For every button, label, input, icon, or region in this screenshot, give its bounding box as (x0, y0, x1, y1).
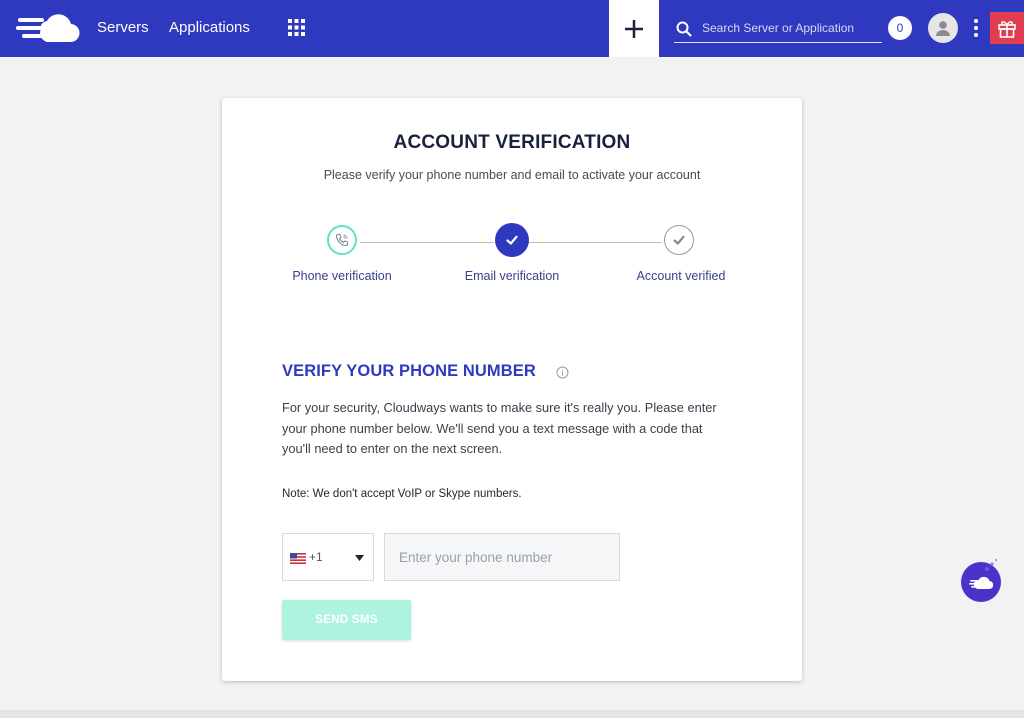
step-account-verified (664, 225, 694, 255)
bottom-strip (0, 710, 1024, 718)
step-phone-verification (327, 225, 357, 255)
cloudways-logo-icon[interactable] (16, 12, 80, 44)
note-text: Note: We don't accept VoIP or Skype numb… (282, 488, 522, 500)
notification-count-badge[interactable]: 0 (888, 16, 912, 40)
send-sms-button[interactable]: SEND SMS (282, 600, 411, 640)
step-connector (528, 242, 662, 243)
check-icon (506, 235, 518, 245)
search-icon (676, 21, 692, 37)
search-box (674, 12, 884, 43)
phone-icon (335, 233, 349, 247)
page-subtitle: Please verify your phone number and emai… (323, 168, 701, 182)
phone-number-input[interactable] (384, 533, 620, 581)
nav-servers[interactable]: Servers (97, 19, 149, 36)
kebab-menu-icon[interactable] (970, 18, 982, 38)
page-title: ACCOUNT VERIFICATION (393, 132, 631, 153)
step-label: Phone verification (292, 269, 392, 283)
apps-grid-icon[interactable] (288, 19, 305, 36)
step-email-verification (495, 223, 529, 257)
plus-icon (625, 19, 643, 38)
nav-applications[interactable]: Applications (169, 19, 250, 36)
avatar-icon (936, 21, 950, 36)
country-dial-code: +1 (309, 550, 323, 564)
chat-widget-dots-icon (985, 558, 998, 571)
search-input[interactable] (700, 16, 884, 40)
avatar[interactable] (928, 13, 958, 43)
info-icon[interactable] (556, 366, 569, 379)
country-code-select[interactable]: +1 (282, 533, 374, 581)
section-title: VERIFY YOUR PHONE NUMBER (282, 362, 536, 380)
step-connector (360, 242, 494, 243)
top-bar: Servers Applications 0 (0, 0, 1024, 57)
cloud-chat-icon (969, 576, 993, 590)
step-label: Email verification (464, 269, 560, 283)
verification-card: ACCOUNT VERIFICATION Please verify your … (222, 98, 802, 681)
gift-button[interactable] (990, 12, 1024, 44)
caret-down-icon (355, 555, 364, 561)
step-label: Account verified (636, 269, 726, 283)
gift-icon (998, 21, 1016, 38)
check-icon (673, 235, 685, 245)
us-flag-icon (290, 553, 306, 564)
description-text: For your security, Cloudways wants to ma… (282, 400, 717, 456)
add-button[interactable] (609, 0, 659, 57)
